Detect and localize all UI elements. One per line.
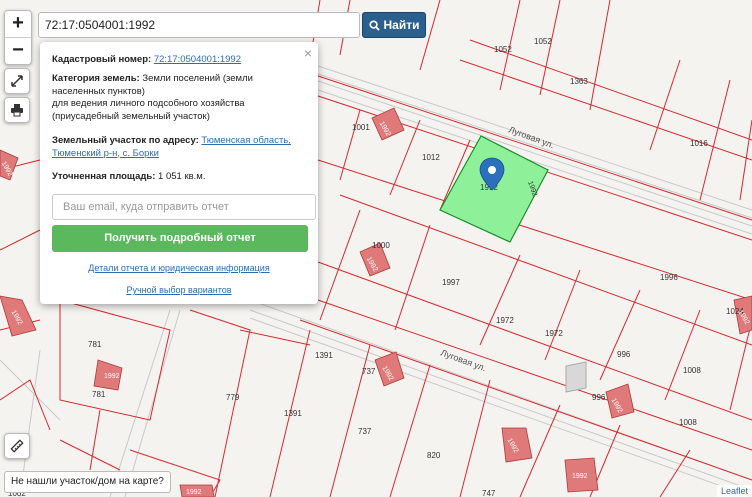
building-label: 1992	[186, 489, 202, 496]
parcel-label: 1016	[690, 139, 708, 148]
email-field[interactable]: Ваш email, куда отправить отчет	[52, 194, 316, 220]
fullscreen-button[interactable]	[4, 68, 30, 94]
get-report-button[interactable]: Получить подробный отчет	[52, 225, 308, 252]
address-district-link[interactable]: Тюменский р-н, с. Борки	[52, 148, 159, 159]
parcel-label: 1972	[545, 329, 563, 338]
category-value-3: для ведения личного подсобного хозяйства	[52, 98, 245, 109]
report-details-link[interactable]: Детали отчета и юридическая информация	[88, 263, 269, 273]
area-row: Уточненная площадь: 1 051 кв.м.	[52, 171, 307, 184]
parcel-label: 781	[92, 390, 106, 399]
search-icon	[368, 19, 380, 31]
parcel-label: 996	[592, 393, 606, 402]
parcel-label: 747	[482, 489, 496, 497]
parcel-label: 1000	[372, 241, 390, 250]
parcel-label: 820	[427, 451, 441, 460]
address-region-link[interactable]: Тюменская область,	[201, 135, 290, 146]
parcel-label: 737	[362, 367, 376, 376]
cadastral-label: Кадастровый номер:	[52, 54, 152, 65]
search-button-label: Найти	[383, 18, 420, 32]
parcel-label: 1972	[496, 316, 514, 325]
zoom-control: + −	[4, 10, 32, 65]
address-row: Земельный участок по адресу: Тюменская о…	[52, 135, 307, 160]
parcel-label: 1012	[422, 153, 440, 162]
parcel-info-popup: × Кадастровый номер: 72:17:0504001:1992 …	[40, 42, 318, 304]
manual-selection-link[interactable]: Ручной выбор вариантов	[126, 285, 231, 295]
not-found-button[interactable]: Не нашли участок/дом на карте?	[4, 471, 171, 493]
search-input[interactable]: 72:17:0504001:1992	[38, 12, 360, 38]
measure-button[interactable]	[4, 433, 30, 459]
parcel-label: 1052	[534, 37, 552, 46]
land-category-row: Категория земель: Земли поселений (земли…	[52, 73, 307, 123]
parcel-label: 996	[617, 350, 631, 359]
zoom-in-button[interactable]: +	[5, 11, 31, 37]
zoom-out-button[interactable]: −	[5, 37, 31, 64]
expand-icon	[11, 75, 23, 87]
address-label: Земельный участок по адресу:	[52, 135, 199, 146]
parcel-label: 1008	[683, 366, 701, 375]
leaflet-attribution[interactable]: Leaflet	[716, 485, 752, 497]
area-value: 1 051 кв.м.	[158, 171, 206, 182]
area-label: Уточненная площадь:	[52, 171, 156, 182]
parcel-label: 1001	[352, 123, 370, 132]
parcel-label: 781	[88, 340, 102, 349]
category-label: Категория земель:	[52, 73, 140, 84]
print-button[interactable]	[4, 97, 30, 123]
parcel-label: 1363	[570, 77, 588, 86]
category-value-1: Земли поселений (земли	[142, 73, 253, 84]
parcel-label: 737	[358, 427, 372, 436]
parcel-label: 1008	[679, 418, 697, 427]
print-icon	[11, 104, 23, 117]
parcel-label: 1052	[494, 45, 512, 54]
parcel-label: 1391	[315, 351, 333, 360]
search-button[interactable]: Найти	[362, 12, 426, 38]
ruler-icon	[10, 439, 24, 453]
category-value-2: населенных пунктов)	[52, 85, 145, 97]
parcel-label: 1997	[442, 278, 460, 287]
category-value-4: (приусадебный земельный участок)	[52, 110, 210, 122]
cadastral-number-link[interactable]: 72:17:0504001:1992	[154, 54, 241, 65]
cadastral-number-row: Кадастровый номер: 72:17:0504001:1992	[52, 54, 307, 67]
building-label: 1992	[572, 473, 588, 480]
building-label: 1992	[104, 373, 120, 380]
parcel-label: 1391	[284, 409, 302, 418]
parcel-label: 1996	[660, 273, 678, 282]
parcel-label: 779	[226, 393, 240, 402]
